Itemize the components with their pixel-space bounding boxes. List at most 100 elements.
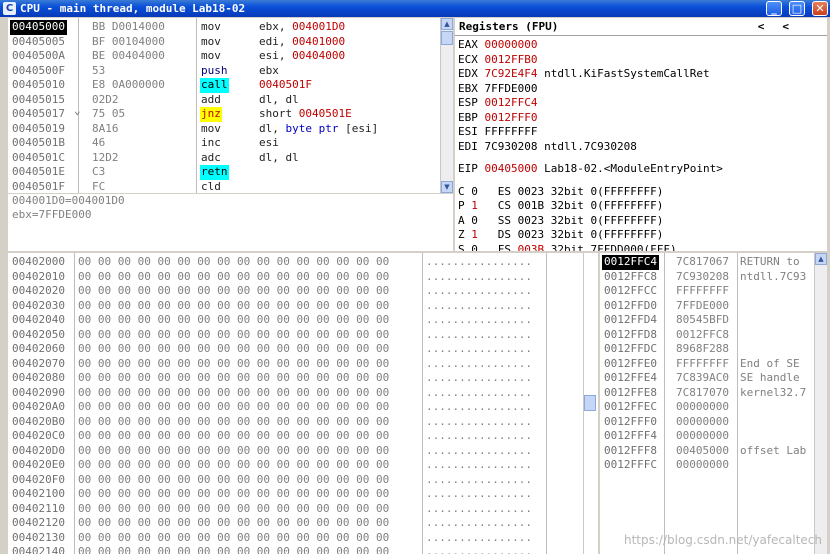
disasm-address[interactable]: 0040501B: [10, 136, 67, 151]
disasm-address[interactable]: 00405000: [10, 20, 67, 35]
register-ebp[interactable]: EBP 0012FFF0: [458, 111, 537, 126]
dump-address[interactable]: 00402140: [12, 545, 65, 554]
flag-row[interactable]: S 0 FS 003B 32bit 7FFDD000(FFF): [458, 243, 677, 252]
dump-ascii[interactable]: ................: [426, 487, 532, 502]
dump-address[interactable]: 004020A0: [12, 400, 65, 415]
stack-address[interactable]: 0012FFCC: [602, 284, 659, 299]
dump-ascii[interactable]: ................: [426, 386, 532, 401]
stack-address[interactable]: 0012FFF8: [602, 444, 659, 459]
dump-scrollbar[interactable]: [583, 253, 596, 554]
close-button[interactable]: ✕: [812, 1, 828, 16]
disasm-address[interactable]: 00405015: [10, 93, 67, 108]
dump-hex[interactable]: 00 00 00 00 00 00 00 00 00 00 00 00 00 0…: [78, 270, 389, 285]
flag-value[interactable]: 0: [471, 243, 478, 252]
stack-value[interactable]: 00405000: [676, 444, 729, 459]
dump-ascii[interactable]: ................: [426, 458, 532, 473]
register-value[interactable]: 0012FFB0: [485, 53, 538, 66]
disasm-address[interactable]: 00405010: [10, 78, 67, 93]
dump-ascii[interactable]: ................: [426, 255, 532, 270]
register-value[interactable]: 00405000: [485, 162, 538, 175]
disasm-address[interactable]: 0040500A: [10, 49, 67, 64]
register-eip[interactable]: EIP 00405000 Lab18-02.<ModuleEntryPoint>: [458, 162, 723, 177]
register-value[interactable]: 00000000: [485, 38, 538, 51]
disasm-address[interactable]: 00405017: [10, 107, 67, 122]
stack-address[interactable]: 0012FFD0: [602, 299, 659, 314]
stack-address[interactable]: 0012FFDC: [602, 342, 659, 357]
stack-value[interactable]: 7C817067: [676, 255, 729, 270]
memory-dump-pane[interactable]: 00402000 00 00 00 00 00 00 00 00 00 00 00…: [8, 253, 598, 554]
register-ecx[interactable]: ECX 0012FFB0: [458, 53, 537, 68]
disasm-address[interactable]: 00405005: [10, 35, 67, 50]
flag-row[interactable]: Z 1 DS 0023 32bit 0(FFFFFFFF): [458, 228, 663, 243]
dump-ascii[interactable]: ................: [426, 415, 532, 430]
stack-address[interactable]: 0012FFE8: [602, 386, 659, 401]
stack-address[interactable]: 0012FFF0: [602, 415, 659, 430]
dump-hex[interactable]: 00 00 00 00 00 00 00 00 00 00 00 00 00 0…: [78, 371, 389, 386]
dump-address[interactable]: 004020B0: [12, 415, 65, 430]
dump-ascii[interactable]: ................: [426, 328, 532, 343]
title-bar[interactable]: C CPU - main thread, module Lab18-02 _ □…: [0, 0, 830, 17]
flag-row[interactable]: A 0 SS 0023 32bit 0(FFFFFFFF): [458, 214, 663, 229]
dump-address[interactable]: 00402050: [12, 328, 65, 343]
dump-hex[interactable]: 00 00 00 00 00 00 00 00 00 00 00 00 00 0…: [78, 415, 389, 430]
register-esp[interactable]: ESP 0012FFC4: [458, 96, 537, 111]
stack-address[interactable]: 0012FFD8: [602, 328, 659, 343]
dump-ascii[interactable]: ................: [426, 545, 532, 554]
scroll-thumb[interactable]: [441, 31, 453, 45]
stack-value[interactable]: 7C930208: [676, 270, 729, 285]
dump-address[interactable]: 00402010: [12, 270, 65, 285]
dump-hex[interactable]: 00 00 00 00 00 00 00 00 00 00 00 00 00 0…: [78, 342, 389, 357]
dump-hex[interactable]: 00 00 00 00 00 00 00 00 00 00 00 00 00 0…: [78, 284, 389, 299]
stack-address[interactable]: 0012FFC8: [602, 270, 659, 285]
register-value[interactable]: 7C92E4F4: [485, 67, 538, 80]
dump-ascii[interactable]: ................: [426, 284, 532, 299]
stack-scrollbar[interactable]: ▲: [814, 253, 827, 554]
dump-ascii[interactable]: ................: [426, 357, 532, 372]
flag-value[interactable]: 1: [471, 228, 478, 241]
register-ebx[interactable]: EBX 7FFDE000: [458, 82, 537, 97]
dump-address[interactable]: 00402030: [12, 299, 65, 314]
dump-address[interactable]: 00402110: [12, 502, 65, 517]
disasm-address[interactable]: 00405019: [10, 122, 67, 137]
dump-hex[interactable]: 00 00 00 00 00 00 00 00 00 00 00 00 00 0…: [78, 400, 389, 415]
stack-address[interactable]: 0012FFC4: [602, 255, 659, 270]
dump-hex[interactable]: 00 00 00 00 00 00 00 00 00 00 00 00 00 0…: [78, 299, 389, 314]
dump-hex[interactable]: 00 00 00 00 00 00 00 00 00 00 00 00 00 0…: [78, 386, 389, 401]
flag-value[interactable]: 1: [471, 199, 478, 212]
disassembly-scrollbar[interactable]: ▲ ▼: [440, 18, 453, 193]
stack-value[interactable]: 7FFDE000: [676, 299, 729, 314]
register-view-prev-icon[interactable]: <: [758, 20, 783, 33]
flag-row[interactable]: C 0 ES 0023 32bit 0(FFFFFFFF): [458, 185, 663, 200]
dump-ascii[interactable]: ................: [426, 516, 532, 531]
dump-hex[interactable]: 00 00 00 00 00 00 00 00 00 00 00 00 00 0…: [78, 255, 389, 270]
dump-address[interactable]: 00402120: [12, 516, 65, 531]
dump-ascii[interactable]: ................: [426, 429, 532, 444]
dump-ascii[interactable]: ................: [426, 371, 532, 386]
register-edi[interactable]: EDI 7C930208 ntdll.7C930208: [458, 140, 637, 155]
scroll-down-icon[interactable]: ▼: [441, 181, 453, 193]
scroll-up-icon[interactable]: ▲: [815, 253, 827, 265]
disassembly-pane[interactable]: ▲ ▼ 00405000 BB D0014000 mov ebx, 004001D0 0…: [8, 18, 453, 193]
dump-ascii[interactable]: ................: [426, 473, 532, 488]
dump-hex[interactable]: 00 00 00 00 00 00 00 00 00 00 00 00 00 0…: [78, 444, 389, 459]
flag-value[interactable]: 0: [471, 185, 478, 198]
dump-hex[interactable]: 00 00 00 00 00 00 00 00 00 00 00 00 00 0…: [78, 458, 389, 473]
dump-hex[interactable]: 00 00 00 00 00 00 00 00 00 00 00 00 00 0…: [78, 516, 389, 531]
flag-row[interactable]: P 1 CS 001B 32bit 0(FFFFFFFF): [458, 199, 663, 214]
stack-value[interactable]: 0012FFC8: [676, 328, 729, 343]
dump-address[interactable]: 00402080: [12, 371, 65, 386]
dump-address[interactable]: 00402100: [12, 487, 65, 502]
dump-ascii[interactable]: ................: [426, 531, 532, 546]
dump-address[interactable]: 00402090: [12, 386, 65, 401]
stack-address[interactable]: 0012FFFC: [602, 458, 659, 473]
dump-ascii[interactable]: ................: [426, 400, 532, 415]
register-eax[interactable]: EAX 00000000: [458, 38, 537, 53]
dump-hex[interactable]: 00 00 00 00 00 00 00 00 00 00 00 00 00 0…: [78, 487, 389, 502]
dump-address[interactable]: 00402070: [12, 357, 65, 372]
dump-ascii[interactable]: ................: [426, 502, 532, 517]
stack-value[interactable]: 8968F288: [676, 342, 729, 357]
stack-value[interactable]: 80545BFD: [676, 313, 729, 328]
dump-ascii[interactable]: ................: [426, 313, 532, 328]
stack-address[interactable]: 0012FFE4: [602, 371, 659, 386]
dump-address[interactable]: 004020F0: [12, 473, 65, 488]
